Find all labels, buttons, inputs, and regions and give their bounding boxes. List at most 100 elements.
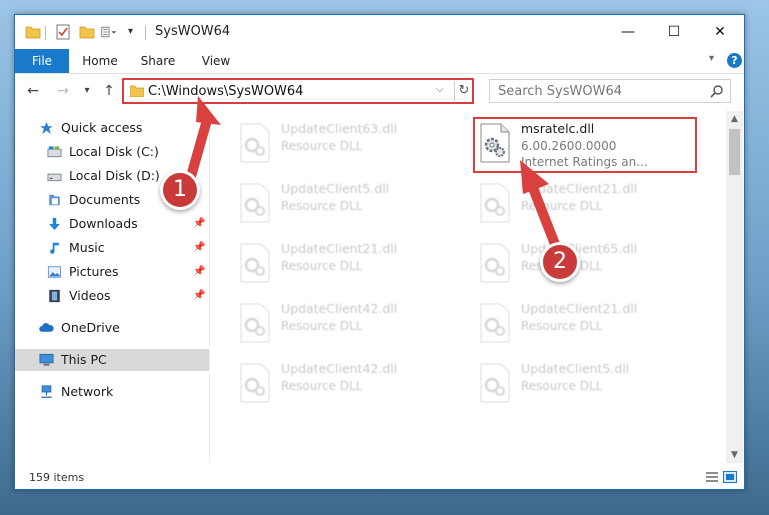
annotation-badge-1: 1 xyxy=(160,170,200,210)
file-item[interactable]: UpdateClient5.dll Resource DLL xyxy=(235,177,455,229)
downloads-icon xyxy=(49,217,60,231)
file-name: UpdateClient21.dll xyxy=(281,241,398,256)
pin-icon[interactable]: 📌 xyxy=(193,242,205,253)
nav-item-label: Documents xyxy=(69,192,141,207)
file-item[interactable]: UpdateClient21.dll Resource DLL xyxy=(475,177,695,229)
nav-item-music[interactable]: Music 📌 xyxy=(15,237,209,259)
network-icon xyxy=(41,385,52,398)
explorer-window: ▾ SysWOW64 — ☐ ✕ File Home Share View ▾ … xyxy=(14,14,745,490)
nav-item-local-disk-c[interactable]: Local Disk (C:) xyxy=(15,141,209,163)
search-icon[interactable] xyxy=(710,84,724,98)
file-description: Resource DLL xyxy=(281,199,363,213)
pictures-icon xyxy=(47,266,62,278)
toolbar-divider xyxy=(45,26,46,40)
dll-file-icon xyxy=(240,243,270,283)
nav-item-network[interactable]: Network xyxy=(15,381,209,403)
file-item[interactable]: UpdateClient21.dll Resource DLL xyxy=(235,237,455,289)
file-name: UpdateClient42.dll xyxy=(281,361,398,376)
scrollbar-thumb[interactable] xyxy=(729,129,740,175)
nav-item-onedrive[interactable]: OneDrive xyxy=(15,317,209,339)
file-name: UpdateClient5.dll xyxy=(281,181,390,196)
refresh-icon[interactable]: ↻ xyxy=(454,81,473,101)
nav-item-label: OneDrive xyxy=(61,320,120,335)
scroll-down-icon[interactable]: ▼ xyxy=(726,447,743,463)
address-dropdown-icon[interactable]: ⌵ xyxy=(436,84,444,95)
forward-arrow-icon[interactable]: → xyxy=(55,83,71,99)
vertical-scrollbar[interactable]: ▲ ▼ xyxy=(726,111,743,463)
pin-icon[interactable]: 📌 xyxy=(193,218,205,229)
documents-icon xyxy=(49,194,60,206)
details-view-icon[interactable] xyxy=(705,471,719,483)
recent-locations-icon[interactable]: ▾ xyxy=(79,83,95,99)
title-bar: ▾ SysWOW64 — ☐ ✕ xyxy=(15,15,744,49)
file-item[interactable]: UpdateClient42.dll Resource DLL xyxy=(235,297,455,349)
tab-home[interactable]: Home xyxy=(73,49,127,73)
expand-ribbon-icon[interactable]: ▾ xyxy=(709,53,723,67)
folder-icon xyxy=(130,85,144,97)
file-description: Resource DLL xyxy=(281,379,363,393)
nav-item-pictures[interactable]: Pictures 📌 xyxy=(15,261,209,283)
nav-item-label: This PC xyxy=(61,352,107,367)
new-folder-icon[interactable] xyxy=(79,24,95,40)
search-input[interactable]: Search SysWOW64 xyxy=(498,84,622,99)
address-row: ← → ▾ ↑ C:\Windows\SysWOW64 ⌵ ↻ Search S… xyxy=(15,74,744,108)
videos-icon xyxy=(49,289,60,303)
nav-item-label: Quick access xyxy=(61,120,143,135)
minimize-button[interactable]: — xyxy=(605,15,651,49)
highlight-box xyxy=(473,117,697,173)
file-item[interactable]: UpdateClient5.dll Resource DLL xyxy=(475,357,695,409)
file-item[interactable]: UpdateClient63.dll Resource DLL xyxy=(235,117,455,169)
tab-share[interactable]: Share xyxy=(131,49,185,73)
file-description: Resource DLL xyxy=(521,379,603,393)
help-icon[interactable]: ? xyxy=(727,53,742,68)
properties-check-icon[interactable] xyxy=(55,24,71,40)
star-icon xyxy=(40,121,53,135)
toolbar-divider xyxy=(145,26,146,40)
dll-file-icon xyxy=(480,243,510,283)
nav-item-this-pc[interactable]: This PC xyxy=(15,349,209,371)
pin-icon[interactable]: 📌 xyxy=(193,290,205,301)
dll-file-icon xyxy=(240,183,270,223)
status-item-count: 159 items xyxy=(29,471,85,484)
nav-item-label: Local Disk (D:) xyxy=(69,168,160,183)
nav-item-quick-access[interactable]: Quick access xyxy=(15,117,209,139)
nav-item-videos[interactable]: Videos 📌 xyxy=(15,285,209,307)
up-arrow-icon[interactable]: ↑ xyxy=(101,83,117,99)
customize-toolbar-icon[interactable] xyxy=(101,24,117,40)
scroll-up-icon[interactable]: ▲ xyxy=(726,111,743,127)
file-item[interactable]: UpdateClient42.dll Resource DLL xyxy=(235,357,455,409)
file-name: UpdateClient42.dll xyxy=(281,301,398,316)
dll-file-icon xyxy=(240,363,270,403)
file-name: UpdateClient21.dll xyxy=(521,181,638,196)
search-box[interactable]: Search SysWOW64 xyxy=(489,79,731,103)
file-description: Resource DLL xyxy=(521,319,603,333)
tab-view[interactable]: View xyxy=(189,49,243,73)
file-name: UpdateClient65.dll xyxy=(521,241,638,256)
window-title: SysWOW64 xyxy=(155,24,231,39)
file-item[interactable]: UpdateClient21.dll Resource DLL xyxy=(475,297,695,349)
quick-access-dropdown-icon[interactable]: ▾ xyxy=(128,26,144,42)
file-description: Resource DLL xyxy=(281,319,363,333)
pc-icon xyxy=(39,353,54,366)
address-path[interactable]: C:\Windows\SysWOW64 xyxy=(148,84,303,99)
file-description: Resource DLL xyxy=(281,259,363,273)
maximize-button[interactable]: ☐ xyxy=(651,15,697,49)
pin-icon[interactable]: 📌 xyxy=(193,266,205,277)
file-name: UpdateClient21.dll xyxy=(521,301,638,316)
tab-file[interactable]: File xyxy=(15,49,69,73)
nav-item-label: Downloads xyxy=(69,216,138,231)
folder-icon[interactable] xyxy=(25,24,41,40)
nav-item-label: Music xyxy=(69,240,105,255)
file-name: UpdateClient63.dll xyxy=(281,121,398,136)
nav-item-downloads[interactable]: Downloads 📌 xyxy=(15,213,209,235)
file-description: Resource DLL xyxy=(281,139,363,153)
dll-file-icon xyxy=(480,363,510,403)
navigation-pane: Quick access Local Disk (C:) Local Disk … xyxy=(15,111,210,463)
nav-item-label: Pictures xyxy=(69,264,119,279)
close-button[interactable]: ✕ xyxy=(697,15,743,49)
file-item[interactable]: UpdateClient65.dll Resource DLL xyxy=(475,237,695,289)
back-arrow-icon[interactable]: ← xyxy=(25,83,41,99)
address-bar[interactable]: C:\Windows\SysWOW64 ⌵ ↻ xyxy=(122,78,474,104)
large-icons-view-icon[interactable] xyxy=(723,471,737,483)
drive-icon xyxy=(47,146,62,158)
